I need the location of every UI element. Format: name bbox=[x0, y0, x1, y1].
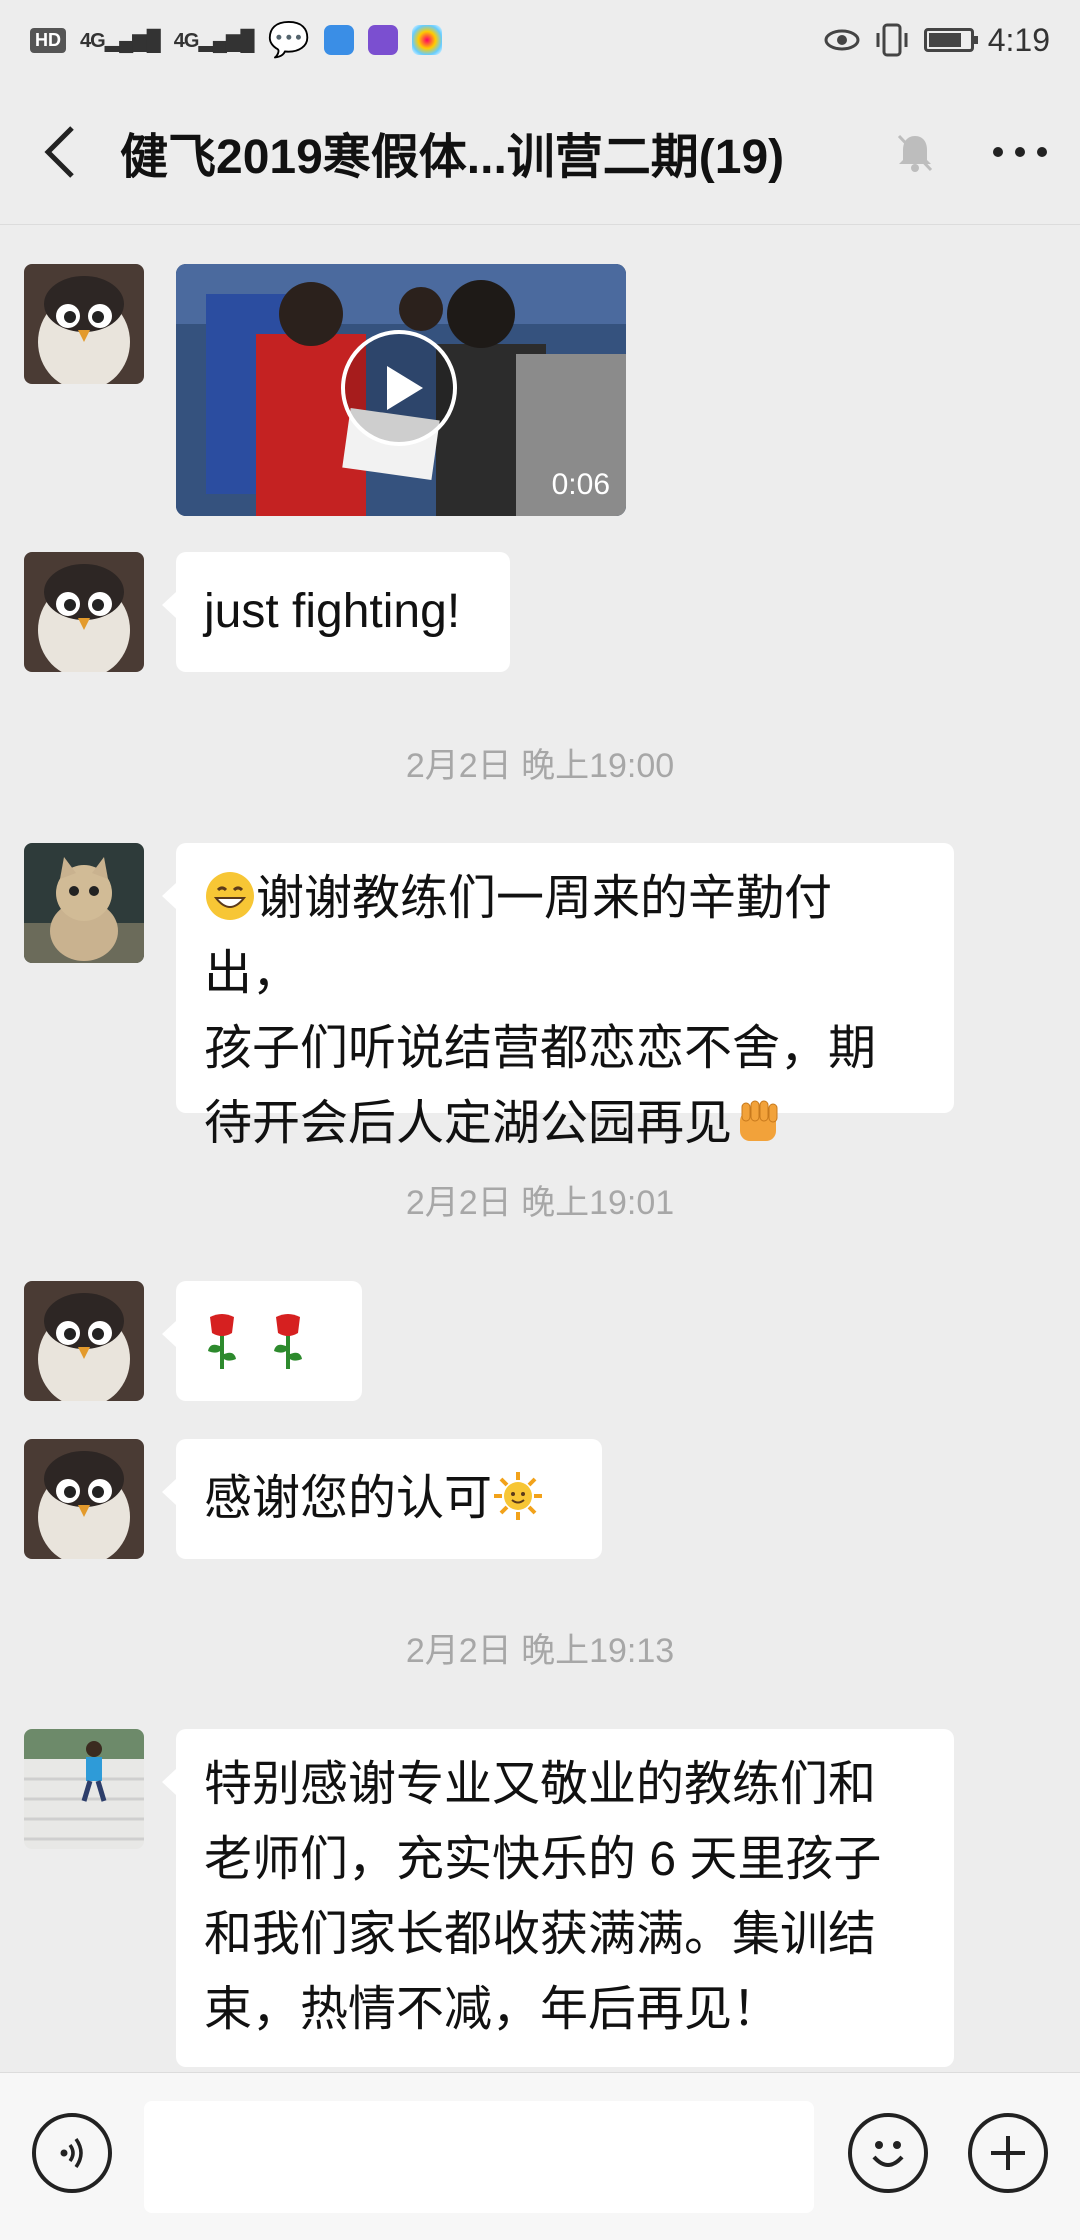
chat-title[interactable]: 健飞2019寒假体...训营二期(19) bbox=[120, 117, 870, 187]
video-app-icon bbox=[367, 25, 398, 55]
status-bar: HD 4G▂▄▆█ 4G▂▄▆█ 💬 4:19 bbox=[0, 0, 1080, 80]
battery-icon bbox=[923, 28, 978, 52]
sun-icon bbox=[492, 1467, 544, 1520]
avatar-child[interactable] bbox=[24, 1729, 144, 1849]
message-line: 待开会后人定湖公园再见 bbox=[204, 1086, 926, 1161]
more-button[interactable] bbox=[960, 144, 1080, 160]
more-icon bbox=[993, 147, 1047, 157]
status-left: HD 4G▂▄▆█ 4G▂▄▆█ 💬 bbox=[30, 20, 442, 60]
avatar-penguin[interactable] bbox=[24, 1439, 144, 1559]
rose-icon bbox=[208, 1314, 236, 1369]
play-icon bbox=[387, 366, 423, 410]
input-bar bbox=[0, 2072, 1080, 2240]
message-bubble[interactable]: 谢谢教练们一周来的辛勤付出， 孩子们听说结营都恋恋不舍，期 待开会后人定湖公园再… bbox=[162, 843, 954, 1150]
timestamp: 2月2日 晚上19:01 bbox=[405, 1184, 675, 1222]
rose-icon bbox=[274, 1314, 302, 1369]
avatar-penguin[interactable] bbox=[24, 1281, 144, 1401]
signal-icon-sim2: 4G▂▄▆█ bbox=[173, 29, 255, 52]
flower-app-icon bbox=[411, 25, 442, 55]
message-text-line3: 待开会后人定湖公园再见 bbox=[204, 1097, 733, 1150]
message-bubble[interactable]: 感谢您的认可 bbox=[162, 1439, 602, 1559]
avatar-penguin[interactable] bbox=[24, 552, 144, 672]
message-text-line2: 孩子们听说结营都恋恋不舍，期 bbox=[204, 1022, 877, 1075]
hd-badge: HD bbox=[30, 27, 66, 53]
grinning-face-icon bbox=[204, 869, 256, 921]
message-text-line1: 特别感谢专业又敬业的教练们和 bbox=[204, 1758, 877, 1811]
avatar-cat[interactable] bbox=[24, 843, 144, 963]
message-bubble[interactable]: 特别感谢专业又敬业的教练们和 老师们，充实快乐的 6 天里孩子 和我们家长都收获… bbox=[162, 1729, 954, 2067]
play-button[interactable] bbox=[341, 330, 457, 446]
clock: 4:19 bbox=[987, 21, 1050, 58]
status-right: 4:19 bbox=[824, 22, 1050, 59]
back-button[interactable] bbox=[0, 80, 120, 225]
vibrate-icon bbox=[876, 23, 908, 57]
mute-indicator bbox=[870, 130, 960, 174]
message-list[interactable]: 0:06 just fighting! 2月2日 晚上19:00 谢谢教练们一周… bbox=[0, 226, 1080, 2071]
bell-off-icon bbox=[897, 134, 933, 172]
message-input[interactable] bbox=[144, 2101, 814, 2213]
plus-icon bbox=[991, 2136, 1025, 2170]
shield-app-icon bbox=[323, 25, 354, 55]
message-text-line2: 老师们，充实快乐的 6 天里孩子 bbox=[204, 1833, 882, 1886]
smiley-icon bbox=[872, 2141, 904, 2167]
message-text: 感谢您的认可 bbox=[204, 1472, 493, 1525]
raised-fist-icon bbox=[732, 1094, 784, 1146]
timestamp: 2月2日 晚上19:13 bbox=[405, 1632, 675, 1670]
voice-icon bbox=[60, 2137, 83, 2169]
emoji-button[interactable] bbox=[848, 2113, 928, 2193]
eye-icon bbox=[824, 29, 860, 51]
video-thumbnail[interactable]: 0:06 bbox=[176, 264, 626, 516]
battery-level bbox=[928, 33, 961, 47]
message-bubble[interactable] bbox=[162, 1281, 362, 1401]
avatar-penguin[interactable] bbox=[24, 264, 144, 384]
message-bubble[interactable]: just fighting! bbox=[162, 552, 510, 672]
message-text-line3: 和我们家长都收获满满。集训结 bbox=[204, 1908, 877, 1961]
video-duration: 0:06 bbox=[551, 468, 610, 501]
message-text-line4: 束，热情不减，年后再见！ bbox=[204, 1983, 781, 2036]
voice-button[interactable] bbox=[32, 2113, 112, 2193]
chat-header: 健飞2019寒假体...训营二期(19) bbox=[0, 80, 1080, 225]
chevron-left-icon bbox=[44, 126, 74, 178]
message-text: just fighting! bbox=[204, 585, 461, 638]
message-app-icon: 💬 bbox=[267, 21, 310, 59]
message-text-line1: 谢谢教练们一周来的辛勤付出， bbox=[204, 872, 833, 1000]
timestamp: 2月2日 晚上19:00 bbox=[405, 747, 675, 785]
more-functions-button[interactable] bbox=[968, 2113, 1048, 2193]
signal-icon-sim1: 4G▂▄▆█ bbox=[80, 29, 161, 52]
message-line: 谢谢教练们一周来的辛勤付出， bbox=[204, 861, 926, 1011]
